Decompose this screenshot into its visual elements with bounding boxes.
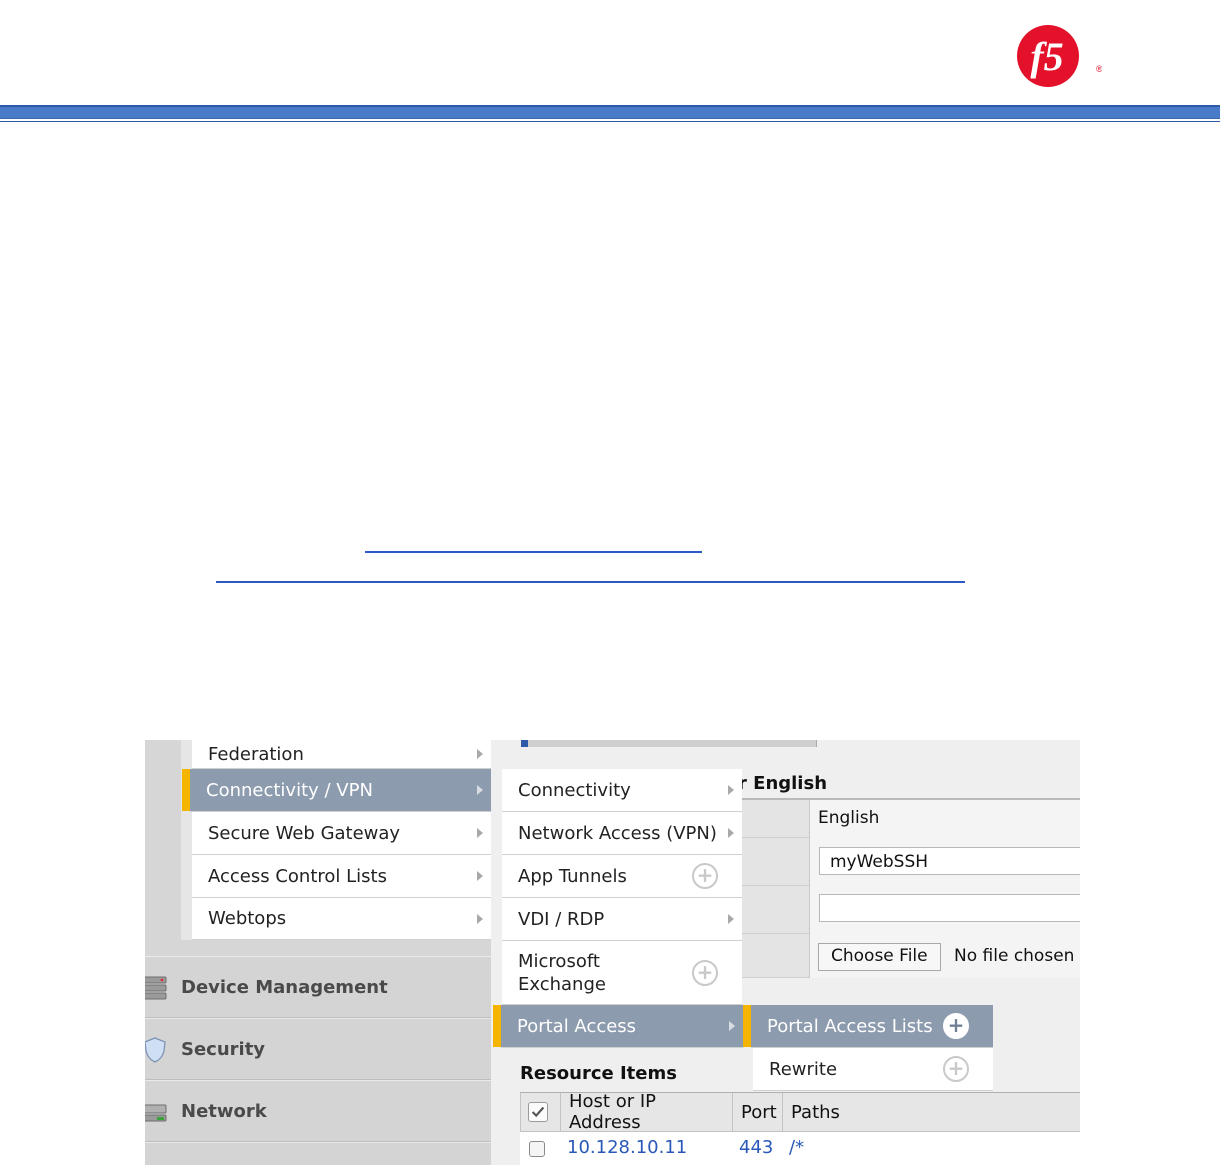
- choose-file-button[interactable]: Choose File: [818, 943, 941, 971]
- chevron-right-icon: [728, 828, 734, 838]
- nav-section-label: Device Management: [181, 976, 388, 998]
- form-value-name: myWebSSH: [809, 838, 1080, 886]
- link-underline[interactable]: [365, 551, 702, 553]
- column-header-host[interactable]: Host or IP Address: [560, 1091, 732, 1133]
- chevron-right-icon: [477, 828, 483, 838]
- nav-section-label: Network: [181, 1100, 267, 1122]
- no-file-text: No file chosen: [954, 946, 1075, 966]
- nav-item-connectivity-vpn[interactable]: Connectivity / VPN: [182, 769, 491, 812]
- nav-section-label: Security: [181, 1038, 266, 1060]
- blank-input[interactable]: [819, 894, 1080, 922]
- row-checkbox[interactable]: [529, 1141, 545, 1157]
- nav-section-security[interactable]: Security: [145, 1018, 491, 1080]
- add-icon[interactable]: +: [692, 959, 718, 986]
- chevron-right-icon: [477, 785, 483, 795]
- nav-item-secure-web-gateway[interactable]: Secure Web Gateway: [192, 812, 491, 855]
- f5-logo-icon: f5 ®: [1017, 25, 1102, 87]
- chevron-right-icon: [477, 871, 483, 881]
- select-all-checkbox[interactable]: [528, 1102, 548, 1122]
- chevron-right-icon: [477, 913, 483, 924]
- add-icon[interactable]: +: [692, 863, 718, 889]
- header-blue-bar: [0, 105, 1220, 119]
- add-icon[interactable]: +: [943, 1056, 969, 1082]
- nav-section-network[interactable]: Network: [145, 1080, 491, 1142]
- submenu-item-app-tunnels[interactable]: App Tunnels +: [502, 855, 742, 898]
- column-header-port[interactable]: Port: [732, 1093, 782, 1131]
- submenu-label: Portal Access: [517, 1015, 637, 1037]
- tab-accent: [521, 740, 528, 747]
- submenu-label: Microsoft Exchange: [518, 950, 606, 995]
- flyout-label: Rewrite: [769, 1058, 838, 1080]
- nav-item-label: Connectivity / VPN: [206, 779, 373, 801]
- chevron-right-icon: [728, 785, 734, 795]
- submenu-item-microsoft-exchange[interactable]: Microsoft Exchange +: [502, 941, 742, 1005]
- add-icon[interactable]: +: [943, 1013, 969, 1039]
- submenu-label: Connectivity: [518, 779, 631, 801]
- flyout-item-rewrite[interactable]: Rewrite +: [753, 1048, 993, 1091]
- bigip-screenshot: Federation Connectivity / VPN Secure Web…: [145, 740, 1080, 1165]
- select-all-cell: [520, 1093, 560, 1131]
- form-value-file: Choose File No file chosen: [809, 934, 1080, 978]
- submenu-item-network-access[interactable]: Network Access (VPN): [502, 812, 742, 855]
- submenu-label: VDI / RDP: [518, 908, 605, 930]
- submenu-label: App Tunnels: [518, 865, 627, 887]
- chevron-right-icon: [728, 914, 734, 924]
- nav-item-label: Federation: [208, 743, 304, 765]
- chevron-right-icon: [477, 749, 483, 759]
- submenu-label: Network Access (VPN): [518, 822, 717, 844]
- tab-strip: [521, 740, 817, 747]
- submenu-item-vdi-rdp[interactable]: VDI / RDP: [502, 898, 742, 941]
- shield-icon: [145, 1037, 166, 1063]
- section-heading: r English: [738, 773, 828, 794]
- svg-text:f5: f5: [1030, 34, 1063, 79]
- row-port-link[interactable]: 443: [739, 1137, 773, 1158]
- header-thin-rule: [0, 121, 1220, 122]
- form-value-language: English: [809, 800, 1080, 838]
- nav-item-access-control-lists[interactable]: Access Control Lists: [192, 855, 491, 898]
- network-icon: [145, 1104, 167, 1122]
- nav-item-federation[interactable]: Federation: [192, 740, 491, 769]
- nav-item-webtops[interactable]: Webtops: [192, 898, 491, 940]
- check-icon: [531, 1106, 545, 1118]
- row-host-link[interactable]: 10.128.10.11: [567, 1137, 687, 1158]
- submenu-item-connectivity[interactable]: Connectivity: [502, 769, 742, 812]
- registered-mark: ®: [1096, 64, 1102, 74]
- flyout-label: Portal Access Lists: [767, 1015, 933, 1037]
- nav-item-label: Access Control Lists: [208, 865, 387, 887]
- nav-section-device-management[interactable]: Device Management: [145, 956, 491, 1018]
- link-underline[interactable]: [216, 581, 965, 583]
- row-path-link[interactable]: /*: [789, 1137, 804, 1158]
- column-header-paths[interactable]: Paths: [782, 1093, 1080, 1131]
- server-icon: [145, 976, 167, 1000]
- language-value: English: [818, 808, 880, 828]
- nav-section-partial: [145, 1142, 491, 1165]
- nav-item-label: Webtops: [208, 908, 287, 929]
- nav-item-label: Secure Web Gateway: [208, 822, 401, 844]
- submenu-item-portal-access[interactable]: Portal Access: [493, 1005, 743, 1048]
- form-value-blank: [809, 886, 1080, 934]
- chevron-right-icon: [729, 1021, 735, 1031]
- flyout-item-portal-access-lists[interactable]: Portal Access Lists +: [743, 1005, 993, 1048]
- name-input[interactable]: myWebSSH: [819, 847, 1080, 875]
- resource-items-title: Resource Items: [520, 1063, 677, 1084]
